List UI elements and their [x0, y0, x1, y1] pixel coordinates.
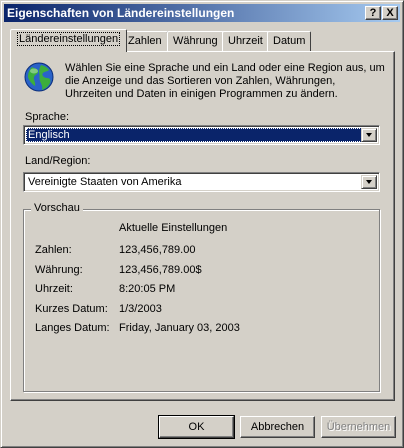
preview-label-uhrzeit: Uhrzeit: — [35, 283, 73, 295]
chevron-down-icon[interactable] — [361, 128, 377, 142]
preview-legend: Vorschau — [31, 202, 83, 214]
preview-value-waehrung: 123,456,789.00$ — [119, 264, 202, 276]
globe-icon — [24, 62, 54, 92]
window-title: Eigenschaften von Ländereinstellungen — [7, 6, 235, 20]
preview-label-kurzes-datum: Kurzes Datum: — [35, 303, 108, 315]
tab-label: Datum — [273, 35, 306, 47]
region-select[interactable]: Vereinigte Staaten von Amerika — [23, 172, 380, 192]
preview-group — [23, 209, 380, 392]
ok-button[interactable]: OK — [158, 415, 235, 439]
close-button[interactable]: X — [382, 6, 398, 20]
preview-value-uhrzeit: 8:20:05 PM — [119, 283, 176, 295]
language-value: Englisch — [26, 128, 362, 142]
cancel-button[interactable]: Abbrechen — [240, 416, 315, 438]
dialog-window: Eigenschaften von Ländereinstellungen ? … — [0, 0, 404, 448]
preview-value-zahlen: 123,456,789.00 — [119, 244, 196, 256]
language-label: Sprache: — [25, 111, 70, 123]
tab-waehrung[interactable]: Währung — [167, 31, 224, 51]
tab-zahlen[interactable]: Zahlen — [122, 31, 168, 51]
tab-label: Ländereinstellungen — [17, 32, 121, 46]
tab-label: Uhrzeit — [228, 35, 263, 47]
region-label: Land/Region: — [25, 155, 91, 167]
preview-label-waehrung: Währung: — [35, 264, 83, 276]
tab-datum[interactable]: Datum — [267, 31, 312, 51]
tab-label: Zahlen — [128, 35, 162, 47]
region-value: Vereinigte Staaten von Amerika — [28, 176, 182, 188]
intro-text: Wählen Sie eine Sprache und ein Land ode… — [65, 62, 385, 100]
help-button[interactable]: ? — [365, 6, 381, 20]
preview-heading: Aktuelle Einstellungen — [119, 222, 228, 234]
chevron-down-icon[interactable] — [361, 175, 377, 189]
preview-value-kurzes-datum: 1/3/2003 — [119, 303, 162, 315]
apply-button[interactable]: Übernehmen — [321, 416, 396, 438]
language-select[interactable]: Englisch — [23, 125, 380, 145]
tab-uhrzeit[interactable]: Uhrzeit — [222, 31, 269, 51]
preview-value-langes-datum: Friday, January 03, 2003 — [119, 322, 240, 334]
tab-label: Währung — [173, 35, 218, 47]
preview-label-langes-datum: Langes Datum: — [35, 322, 110, 334]
title-bar[interactable]: Eigenschaften von Ländereinstellungen ? … — [4, 4, 400, 22]
preview-label-zahlen: Zahlen: — [35, 244, 72, 256]
tab-laendereinstellungen[interactable]: Ländereinstellungen — [10, 29, 128, 52]
